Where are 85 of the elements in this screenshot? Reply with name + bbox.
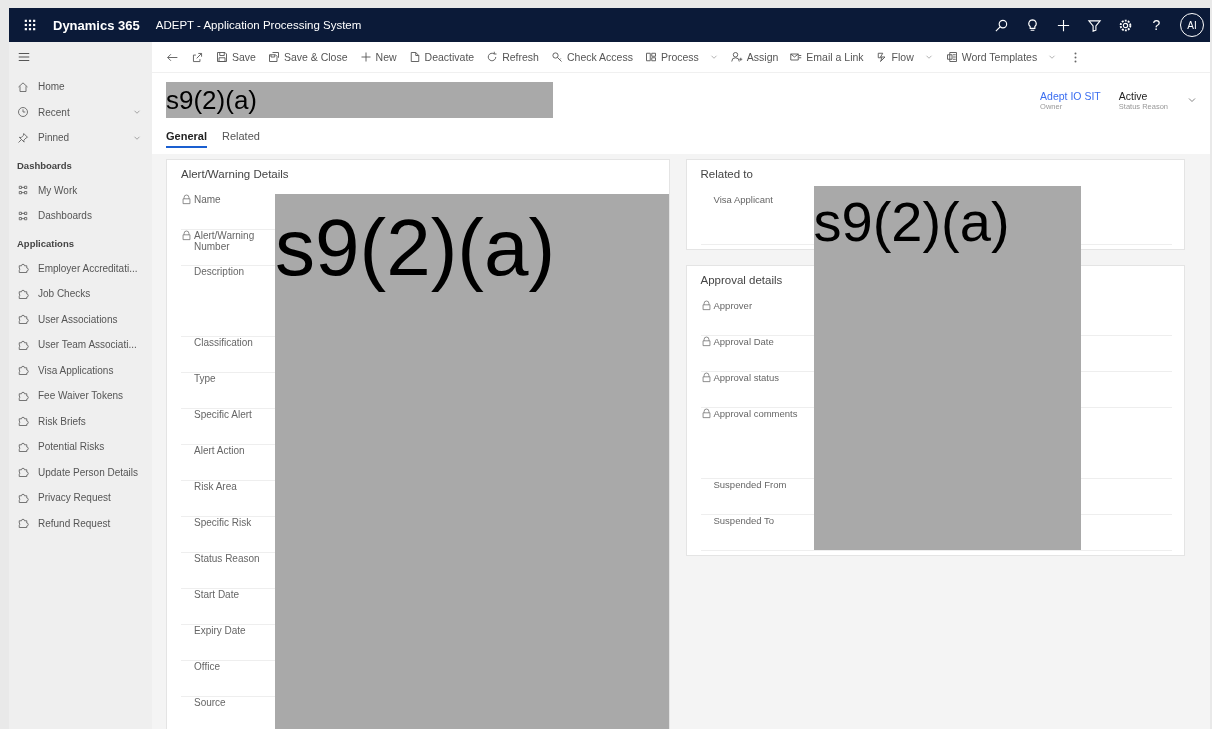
command-button[interactable]: Refresh <box>486 49 539 65</box>
filter-icon[interactable] <box>1087 17 1102 33</box>
field-label: Suspended From <box>712 479 787 490</box>
sidebar-item[interactable]: Visa Applications <box>17 357 152 383</box>
save-close-icon <box>267 51 280 63</box>
section-title: Alert/Warning Details <box>181 168 290 182</box>
field-label: Expiry Date <box>193 625 247 636</box>
command-button[interactable]: Process <box>644 49 719 65</box>
field-label: Specific Alert <box>193 409 253 420</box>
app-name[interactable]: Dynamics 365 <box>53 17 140 33</box>
redaction-block: s9(2)(a) <box>813 186 1081 550</box>
process-icon <box>644 51 657 63</box>
sidebar-item[interactable]: Pinned <box>17 125 152 151</box>
field-label: Status Reason <box>193 553 261 564</box>
command-button[interactable]: Assign <box>730 49 779 65</box>
person-icon <box>730 51 743 63</box>
field-label: Suspended To <box>712 515 775 526</box>
sidebar-item[interactable]: Privacy Request <box>17 485 152 511</box>
field-label: Approval comments <box>700 408 798 419</box>
owner-link[interactable]: Adept IO SIT <box>1040 89 1101 102</box>
status-value: Active <box>1118 89 1149 102</box>
command-button[interactable]: New <box>359 49 397 65</box>
field-label: Specific Risk <box>193 517 253 528</box>
command-button[interactable]: Save & Close <box>267 49 348 65</box>
flow-icon <box>875 51 888 63</box>
sidebar-item[interactable]: My Work <box>17 177 152 203</box>
lightbulb-icon[interactable] <box>1025 17 1040 33</box>
dashboard-icon <box>17 184 29 197</box>
command-button[interactable]: Flow <box>875 49 934 65</box>
sidebar-group-title: Applications <box>17 236 75 251</box>
sidebar-item[interactable]: Job Checks <box>17 281 152 307</box>
sidebar-item[interactable]: Potential Risks <box>17 434 152 460</box>
command-button[interactable]: Word Templates <box>945 49 1058 65</box>
field-label: Source <box>193 697 227 708</box>
dashboard-icon <box>17 209 29 222</box>
document-icon <box>408 51 421 63</box>
section-title: Related to <box>700 168 754 182</box>
sidebar-item[interactable]: Risk Briefs <box>17 408 152 434</box>
command-button[interactable]: Deactivate <box>408 49 475 65</box>
command-button[interactable]: Save <box>216 49 256 65</box>
field-label: Approval Date <box>700 336 774 347</box>
pop-out-icon[interactable] <box>191 50 204 64</box>
field-label: Approval status <box>700 372 779 383</box>
refresh-icon <box>486 51 499 63</box>
field-label: Visa Applicant <box>712 194 773 205</box>
sidebar-item[interactable]: Refund Request <box>17 510 152 536</box>
sidebar-item[interactable]: User Team Associati... <box>17 332 152 358</box>
save-icon <box>216 51 228 63</box>
field-label: Approver <box>700 300 753 311</box>
plus-icon <box>359 51 372 63</box>
pin-icon <box>17 131 29 144</box>
field-label: Risk Area <box>193 481 238 492</box>
redaction-block: s9(2)(a) <box>275 194 669 729</box>
field-label: Office <box>193 661 221 672</box>
sidebar-item[interactable]: Dashboards <box>17 203 152 229</box>
field-label: Alert/Warning Number <box>181 230 276 252</box>
search-icon[interactable] <box>994 17 1009 33</box>
clock-icon <box>17 106 29 119</box>
section-title: Approval details <box>700 274 784 288</box>
sidebar-item[interactable]: Update Person Details <box>17 459 152 485</box>
sidebar-item[interactable]: Employer Accreditati... <box>17 255 152 281</box>
settings-icon[interactable] <box>1118 17 1133 33</box>
sidebar-item[interactable]: Home <box>17 74 152 100</box>
help-button[interactable]: ? <box>1149 17 1164 33</box>
command-button[interactable]: Email a Link <box>790 49 864 65</box>
field-label: Classification <box>193 337 254 348</box>
field-label: Alert Action <box>193 445 246 456</box>
tab[interactable]: Related <box>221 125 260 148</box>
sidebar-item[interactable]: Fee Waiver Tokens <box>17 383 152 409</box>
redaction-block: s9(2)(a) <box>166 82 553 118</box>
app-launcher-icon[interactable] <box>23 18 37 32</box>
tab[interactable]: General <box>166 125 207 148</box>
sidebar-group-title: Dashboards <box>17 158 73 173</box>
plus-icon[interactable] <box>1056 17 1071 33</box>
sidebar-item[interactable]: Recent <box>17 99 152 125</box>
sidebar-item[interactable]: User Associations <box>17 306 152 332</box>
app-title: ADEPT - Application Processing System <box>155 19 362 31</box>
home-icon <box>17 80 29 93</box>
email-icon <box>790 51 803 63</box>
command-button[interactable]: Check Access <box>550 49 633 65</box>
field-label: Name <box>181 194 276 205</box>
field-label: Type <box>193 373 217 384</box>
field-label: Start Date <box>193 589 241 600</box>
field-label: Description <box>193 266 246 277</box>
menu-icon[interactable] <box>17 50 31 64</box>
